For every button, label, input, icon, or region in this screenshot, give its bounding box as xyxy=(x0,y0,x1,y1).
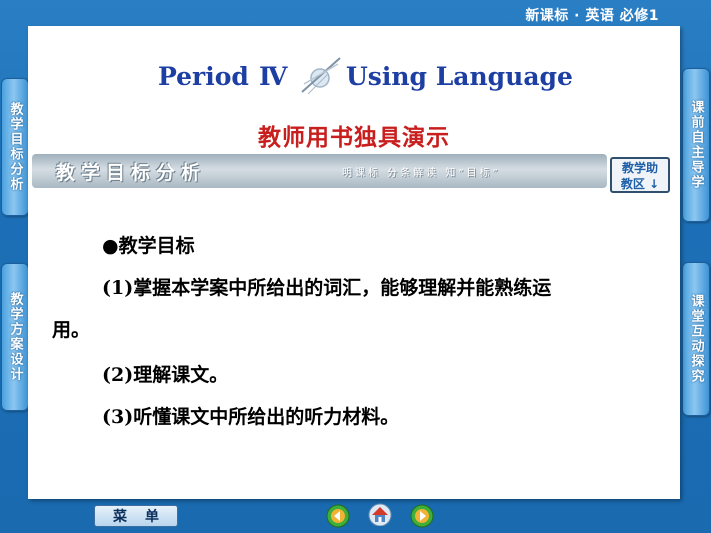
tab-pre-class-self-study[interactable]: 课前自主导学 xyxy=(682,68,710,222)
teaching-assist-button[interactable]: 教学助 教区 ↓ xyxy=(610,157,670,193)
goal-item-3: (3)听懂课文中所给出的听力材料。 xyxy=(102,406,400,428)
previous-icon[interactable] xyxy=(326,504,350,528)
assist-label-line2: 教区 ↓ xyxy=(620,177,660,191)
course-label: 新课标 · 英语 必修1 xyxy=(525,8,659,24)
subtitle: 教师用书独具演示 xyxy=(258,125,450,151)
goal-item-1-line1: (1)掌握本学案中所给出的词汇，能够理解并能熟练运 xyxy=(102,277,552,299)
next-icon[interactable] xyxy=(410,504,434,528)
swoosh-logo-icon xyxy=(301,57,341,95)
title-roman-numeral: Ⅳ xyxy=(259,62,288,91)
section-banner: 教学目标分析 明课标 分条解读 知“目标” xyxy=(32,154,607,188)
tab-classroom-interaction[interactable]: 课堂互动探究 xyxy=(682,262,710,416)
tab-teaching-plan-design[interactable]: 教学方案设计 xyxy=(1,263,29,411)
title-topic: Using Language xyxy=(346,62,573,91)
goal-item-1-line2: 用。 xyxy=(52,319,91,341)
bottom-bar: 菜单 xyxy=(0,499,711,533)
tab-teaching-goal-analysis[interactable]: 教学目标分析 xyxy=(1,78,29,216)
content-heading: ●教学目标 xyxy=(102,235,195,257)
top-header: 新课标 · 英语 必修1 xyxy=(0,0,711,26)
menu-button[interactable]: 菜单 xyxy=(94,505,178,527)
goal-item-2: (2)理解课文。 xyxy=(102,364,229,386)
slide-title: Period Ⅳ Using Language xyxy=(28,57,680,100)
assist-label-line1: 教学助 xyxy=(621,161,658,175)
banner-slogan: 明课标 分条解读 知“目标” xyxy=(342,168,501,179)
banner-title: 教学目标分析 xyxy=(56,162,207,184)
home-icon[interactable] xyxy=(368,502,392,526)
slide-canvas: Period Ⅳ Using Language 教师用书独具演示 教学目标分析 … xyxy=(28,26,680,499)
title-period: Period xyxy=(158,62,249,91)
